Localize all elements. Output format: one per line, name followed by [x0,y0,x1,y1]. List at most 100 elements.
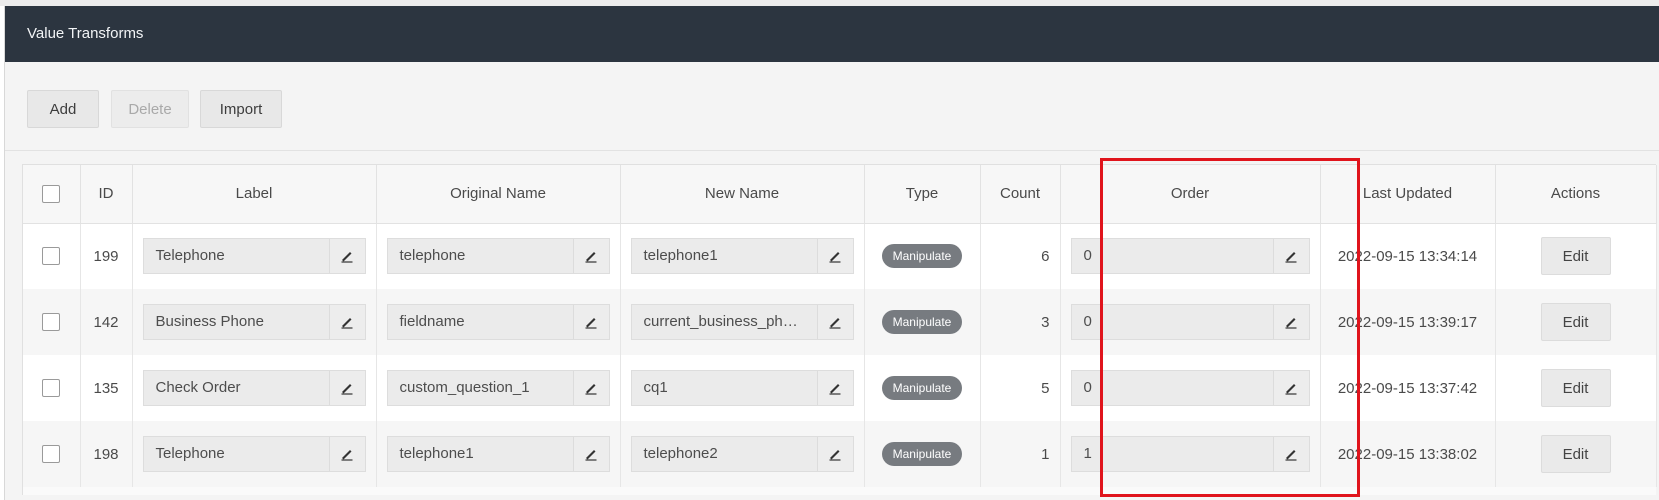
edit-button[interactable]: Edit [1540,369,1611,407]
order-field[interactable]: 1 [1070,436,1310,472]
pencil-icon[interactable] [328,437,365,471]
pencil-icon[interactable] [816,305,853,339]
actions-cell: Edit [1495,355,1657,421]
header-actions: Actions [1495,165,1657,224]
row-count: 6 [980,223,1061,289]
new-name-field[interactable]: telephone2 [630,436,854,472]
header-select-all[interactable] [23,165,81,224]
new-name-field[interactable]: telephone1 [630,238,854,275]
label-field[interactable]: Business Phone [142,304,366,340]
pencil-icon[interactable] [572,239,609,274]
header-label[interactable]: Label [132,165,377,224]
page-title: Value Transforms [27,25,144,42]
header-new-name[interactable]: New Name [620,165,865,224]
import-button[interactable]: Import [200,90,282,128]
row-id: 142 [80,289,133,355]
order-cell: 0 [1060,355,1321,421]
row-id: 135 [80,355,133,421]
edit-button[interactable]: Edit [1540,435,1611,473]
label-cell: Business Phone [132,289,377,355]
delete-button[interactable]: Delete [111,90,189,128]
original-name-field[interactable]: telephone1 [386,436,610,472]
order-cell: 1 [1060,421,1321,487]
label-value: Check Order [155,379,241,396]
edit-button[interactable]: Edit [1540,303,1611,341]
pencil-icon[interactable] [328,371,365,405]
pencil-icon[interactable] [1272,305,1309,339]
pencil-icon[interactable] [572,371,609,405]
order-cell: 0 [1060,289,1321,355]
pencil-icon[interactable] [328,305,365,339]
original-name-value: fieldname [399,313,465,330]
table-header-row: ID Label Original Name New Name Type Cou… [23,165,1657,224]
pencil-icon[interactable] [816,371,853,405]
pencil-icon[interactable] [572,437,609,471]
original-name-cell: telephone1 [376,421,621,487]
row-checkbox[interactable] [42,379,61,398]
order-field[interactable]: 0 [1070,370,1310,406]
label-field[interactable]: Telephone [142,436,366,472]
order-field[interactable]: 0 [1070,304,1310,340]
type-cell: Manipulate [864,289,981,355]
type-cell: Manipulate [864,421,981,487]
row-last-updated: 2022-09-15 13:37:42 [1320,355,1496,421]
row-checkbox[interactable] [42,247,61,266]
new-name-field[interactable]: current_business_phone_... [630,304,854,340]
header-count[interactable]: Count [980,165,1061,224]
actions-cell: Edit [1495,421,1657,487]
new-name-field[interactable]: cq1 [630,370,854,406]
label-field[interactable]: Check Order [142,370,366,406]
type-cell: Manipulate [864,355,981,421]
pencil-icon[interactable] [816,437,853,471]
pencil-icon[interactable] [1272,371,1309,405]
type-badge: Manipulate [881,442,963,466]
value-transforms-table: ID Label Original Name New Name Type Cou… [22,164,1657,495]
pencil-icon[interactable] [572,305,609,339]
toolbar: Add Delete Import [5,62,1659,151]
header-order[interactable]: Order [1060,165,1321,224]
original-name-field[interactable]: fieldname [386,304,610,340]
table-row: 142 Business Phone fieldname current_bus… [23,289,1657,355]
original-name-cell: custom_question_1 [376,355,621,421]
original-name-value: telephone [399,247,466,265]
row-count: 1 [980,421,1061,487]
row-checkbox[interactable] [42,445,61,464]
label-cell: Telephone [132,223,377,289]
new-name-value: telephone2 [643,445,718,462]
order-value: 1 [1083,445,1092,462]
row-select-cell [23,223,81,289]
header-original-name[interactable]: Original Name [376,165,621,224]
header-last-updated[interactable]: Last Updated [1320,165,1496,224]
row-select-cell [23,289,81,355]
original-name-field[interactable]: custom_question_1 [386,370,610,406]
pencil-icon[interactable] [1272,437,1309,471]
original-name-field[interactable]: telephone [386,238,610,275]
order-field[interactable]: 0 [1070,238,1310,275]
row-last-updated: 2022-09-15 13:39:17 [1320,289,1496,355]
actions-cell: Edit [1495,289,1657,355]
table-row: 135 Check Order custom_question_1 cq1 Ma… [23,355,1657,421]
new-name-cell: telephone2 [620,421,865,487]
type-badge: Manipulate [881,376,963,400]
new-name-value: current_business_phone_... [643,313,817,330]
row-count: 3 [980,289,1061,355]
add-button[interactable]: Add [27,90,99,128]
edit-button[interactable]: Edit [1540,237,1611,276]
order-value: 0 [1083,379,1092,396]
row-checkbox[interactable] [42,313,61,332]
select-all-checkbox[interactable] [42,184,61,203]
table-row: 199 Telephone telephone telephone1 Manip… [23,223,1657,289]
type-cell: Manipulate [864,223,981,289]
header-id[interactable]: ID [80,165,133,224]
header-type[interactable]: Type [864,165,981,224]
label-field[interactable]: Telephone [142,238,366,275]
pencil-icon[interactable] [1272,239,1309,274]
pencil-icon[interactable] [816,239,853,274]
type-badge: Manipulate [881,310,963,334]
new-name-cell: telephone1 [620,223,865,289]
pencil-icon[interactable] [328,239,365,274]
label-value: Telephone [155,445,225,462]
original-name-cell: telephone [376,223,621,289]
order-value: 0 [1083,313,1092,330]
original-name-value: telephone1 [399,445,474,462]
